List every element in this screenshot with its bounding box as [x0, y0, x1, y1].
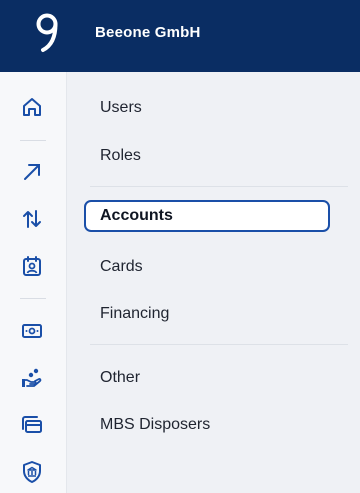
menu-item-financing[interactable]: Financing [100, 305, 169, 323]
menu-item-accounts[interactable]: Accounts [84, 200, 330, 232]
calendar-id-icon[interactable] [19, 253, 45, 279]
logo-icon[interactable] [31, 10, 65, 54]
menu-item-cards[interactable]: Cards [100, 258, 143, 276]
top-bar: Beeone GmbH [0, 0, 360, 72]
menu-item-mbs-disposers[interactable]: MBS Disposers [100, 416, 210, 434]
bank-shield-icon[interactable] [19, 459, 45, 485]
menu-item-users[interactable]: Users [100, 99, 142, 117]
cards-icon[interactable] [19, 412, 45, 438]
menu-item-roles[interactable]: Roles [100, 147, 141, 165]
menu-divider [90, 344, 348, 345]
company-name[interactable]: Beeone GmbH [95, 24, 201, 41]
rail-divider [20, 298, 46, 299]
icon-rail [0, 72, 67, 493]
cash-icon[interactable] [19, 318, 45, 344]
hand-coins-icon[interactable] [19, 365, 45, 391]
rail-divider [20, 140, 46, 141]
transfer-icon[interactable] [19, 206, 45, 232]
arrow-up-right-icon[interactable] [19, 159, 45, 185]
menu-divider [90, 186, 348, 187]
menu-item-other[interactable]: Other [100, 369, 140, 387]
home-icon[interactable] [19, 94, 45, 120]
settings-menu: Users Roles Accounts Cards Financing Oth… [66, 72, 360, 493]
